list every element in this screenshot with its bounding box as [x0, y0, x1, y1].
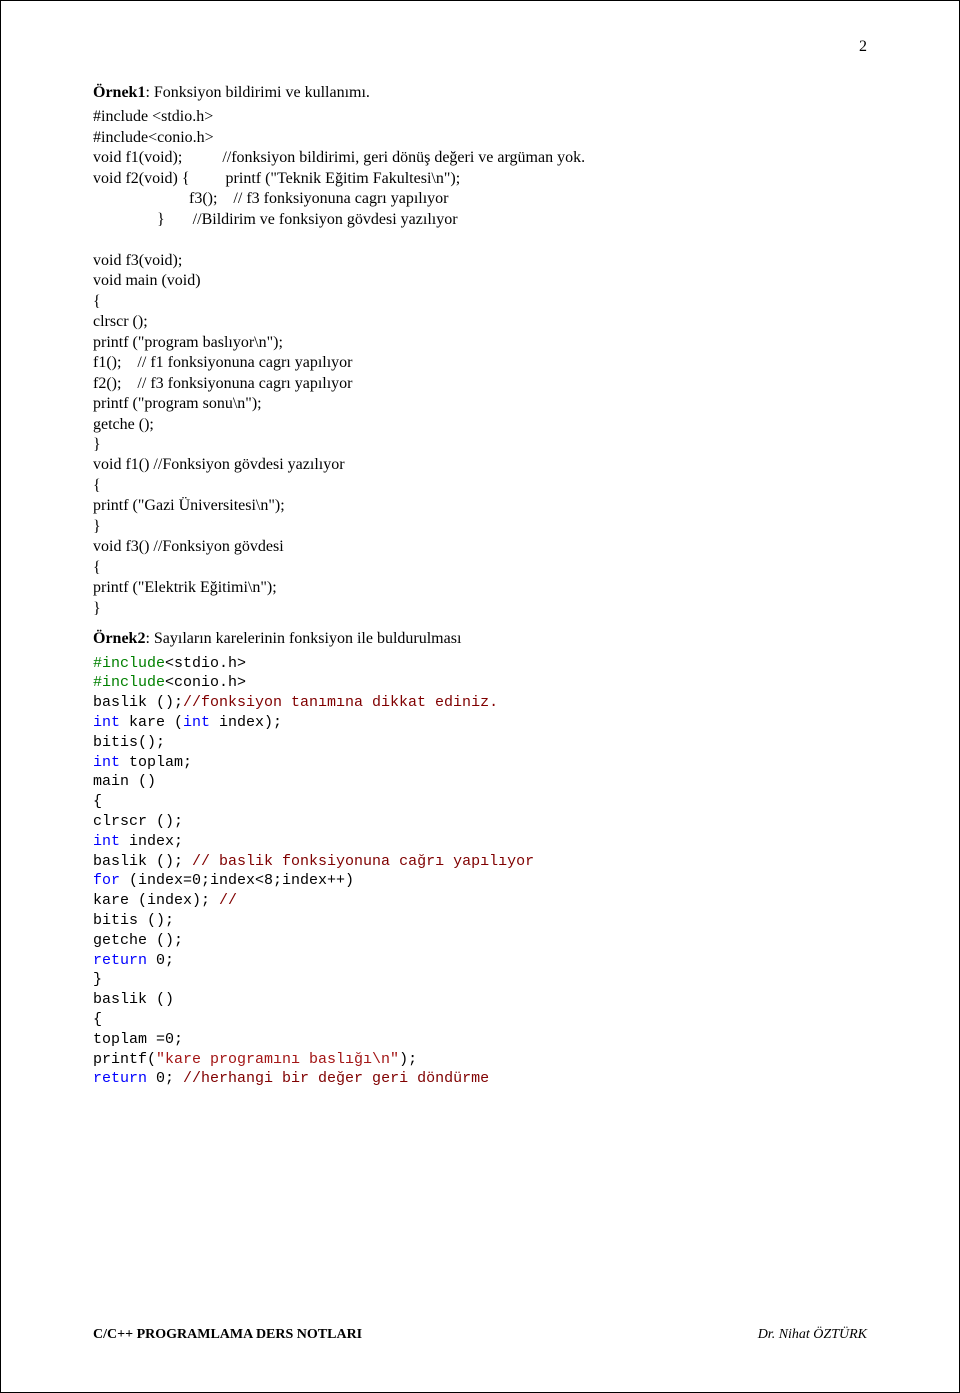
code-token: for: [93, 872, 120, 889]
code-token: //herhangi bir değer geri döndürme: [183, 1070, 489, 1087]
code-token: 0;: [147, 1070, 183, 1087]
code-line: {: [93, 1010, 867, 1030]
code-token: //: [219, 892, 237, 909]
code-line: printf("kare programını baslığı\n");: [93, 1050, 867, 1070]
code-token: return: [93, 952, 147, 969]
code-line: int kare (int index);: [93, 713, 867, 733]
code-token: baslik ();: [93, 853, 192, 870]
code-line: return 0; //herhangi bir değer geri dönd…: [93, 1069, 867, 1089]
code-token: main (): [93, 773, 156, 790]
section1-title-bold: Örnek1: [93, 84, 145, 101]
code-token: {: [93, 1011, 102, 1028]
section2-title-bold: Örnek2: [93, 630, 145, 647]
code-token: {: [93, 793, 102, 810]
code-token: );: [399, 1051, 417, 1068]
code-line: clrscr ();: [93, 812, 867, 832]
code-token: }: [93, 971, 102, 988]
code-token: "kare programını baslığı\n": [156, 1051, 399, 1068]
code-token: int: [93, 754, 120, 771]
code-line: baslik (); // baslik fonksiyonuna cağrı …: [93, 852, 867, 872]
code-line: int toplam;: [93, 753, 867, 773]
code-token: printf(: [93, 1051, 156, 1068]
code-line: getche ();: [93, 931, 867, 951]
footer-title: C/C++ PROGRAMLAMA DERS NOTLARI: [93, 1326, 362, 1344]
section1-title-rest: : Fonksiyon bildirimi ve kullanımı.: [145, 84, 369, 101]
code-line: baslik (): [93, 990, 867, 1010]
code-line: bitis ();: [93, 911, 867, 931]
code-token: toplam =0;: [93, 1031, 183, 1048]
code-token: int: [183, 714, 210, 731]
code-token: bitis ();: [93, 912, 174, 929]
code-token: <stdio.h>: [165, 655, 246, 672]
code-line: return 0;: [93, 951, 867, 971]
section2-code: #include<stdio.h>#include<conio.h>baslik…: [93, 654, 867, 1090]
code-token: baslik (): [93, 991, 174, 1008]
page-number: 2: [859, 37, 867, 57]
footer-author: Dr. Nihat ÖZTÜRK: [758, 1326, 867, 1344]
code-line: kare (index); //: [93, 891, 867, 911]
code-token: getche ();: [93, 932, 183, 949]
code-token: index;: [120, 833, 183, 850]
code-line: {: [93, 792, 867, 812]
document-page: 2 Örnek1: Fonksiyon bildirimi ve kullanı…: [0, 0, 960, 1393]
code-token: (index=0;index<8;index++): [120, 872, 354, 889]
code-line: main (): [93, 772, 867, 792]
code-line: toplam =0;: [93, 1030, 867, 1050]
code-token: return: [93, 1070, 147, 1087]
code-line: #include<conio.h>: [93, 673, 867, 693]
code-token: 0;: [147, 952, 174, 969]
code-token: kare (index);: [93, 892, 219, 909]
section1-title: Örnek1: Fonksiyon bildirimi ve kullanımı…: [93, 83, 867, 103]
section1-code: #include <stdio.h> #include<conio.h> voi…: [93, 107, 867, 619]
code-line: int index;: [93, 832, 867, 852]
section2-title: Örnek2: Sayıların karelerinin fonksiyon …: [93, 629, 867, 649]
code-line: }: [93, 970, 867, 990]
code-token: baslik ();: [93, 694, 183, 711]
code-token: bitis();: [93, 734, 165, 751]
code-line: baslik ();//fonksiyon tanımına dikkat ed…: [93, 693, 867, 713]
code-token: index);: [210, 714, 282, 731]
code-token: #include: [93, 674, 165, 691]
code-token: <conio.h>: [165, 674, 246, 691]
code-token: // baslik fonksiyonuna cağrı yapılıyor: [192, 853, 534, 870]
code-token: kare (: [120, 714, 183, 731]
code-token: clrscr ();: [93, 813, 183, 830]
section2-title-rest: : Sayıların karelerinin fonksiyon ile bu…: [145, 630, 461, 647]
code-token: toplam;: [120, 754, 192, 771]
code-token: int: [93, 833, 120, 850]
code-token: int: [93, 714, 120, 731]
code-line: bitis();: [93, 733, 867, 753]
code-token: //fonksiyon tanımına dikkat ediniz.: [183, 694, 498, 711]
page-footer: C/C++ PROGRAMLAMA DERS NOTLARI Dr. Nihat…: [93, 1326, 867, 1344]
code-line: #include<stdio.h>: [93, 654, 867, 674]
code-token: #include: [93, 655, 165, 672]
code-line: for (index=0;index<8;index++): [93, 871, 867, 891]
